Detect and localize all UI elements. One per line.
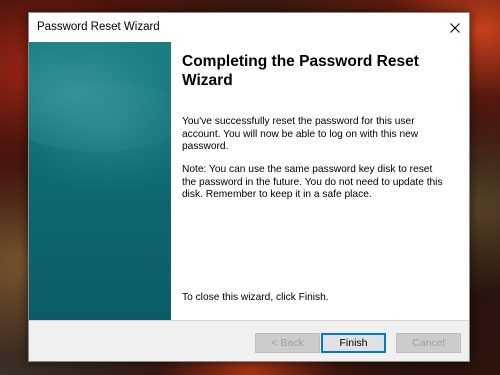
close-button[interactable] <box>441 13 469 42</box>
finish-button[interactable]: Finish <box>321 333 386 353</box>
title-bar: Password Reset Wizard <box>29 13 469 42</box>
window-title: Password Reset Wizard <box>37 21 160 33</box>
success-message: You've successfully reset the password f… <box>182 116 419 152</box>
page-title: Completing the Password Reset Wizard <box>182 53 419 89</box>
wizard-side-banner <box>29 42 171 320</box>
wizard-window: Password Reset Wizard Completing the Pas… <box>28 12 470 362</box>
close-instruction: To close this wizard, click Finish. <box>182 292 329 303</box>
cancel-button[interactable]: Cancel <box>396 333 461 353</box>
note-message: Note: You can use the same password key … <box>182 164 443 200</box>
banner-wave <box>29 82 171 202</box>
wizard-content: Completing the Password Reset Wizard You… <box>29 42 469 321</box>
close-icon <box>450 22 460 33</box>
back-button[interactable]: < Back <box>255 333 320 353</box>
